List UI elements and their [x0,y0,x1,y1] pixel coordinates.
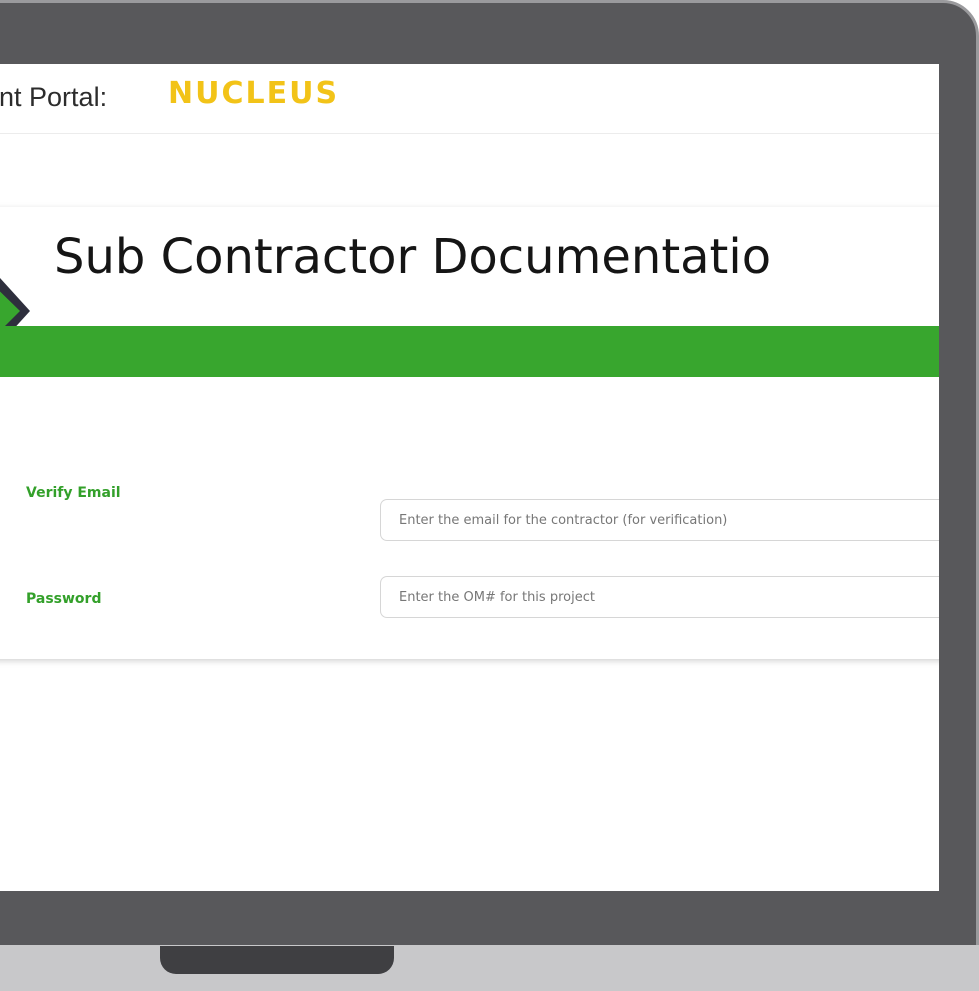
page: ent Portal: NUCLEUS Sub Contractor Docum… [0,0,979,991]
verify-email-label: Verify Email [26,485,121,501]
brand-logo: NUCLEUS [168,76,340,111]
password-label: Password [26,591,102,607]
title-accent-bar [0,326,939,377]
password-input[interactable] [380,576,939,618]
portal-label: ent Portal: [0,82,108,112]
laptop-screen: ent Portal: NUCLEUS Sub Contractor Docum… [0,64,939,891]
company-logo-icon [0,278,30,327]
verify-email-input[interactable] [380,499,939,541]
form-card: Sub Contractor Documentatio Verify Email… [0,207,939,659]
laptop-base [0,945,979,991]
page-title: Sub Contractor Documentatio [54,229,772,285]
top-bar: ent Portal: NUCLEUS [0,64,939,134]
laptop-foot [160,946,394,974]
